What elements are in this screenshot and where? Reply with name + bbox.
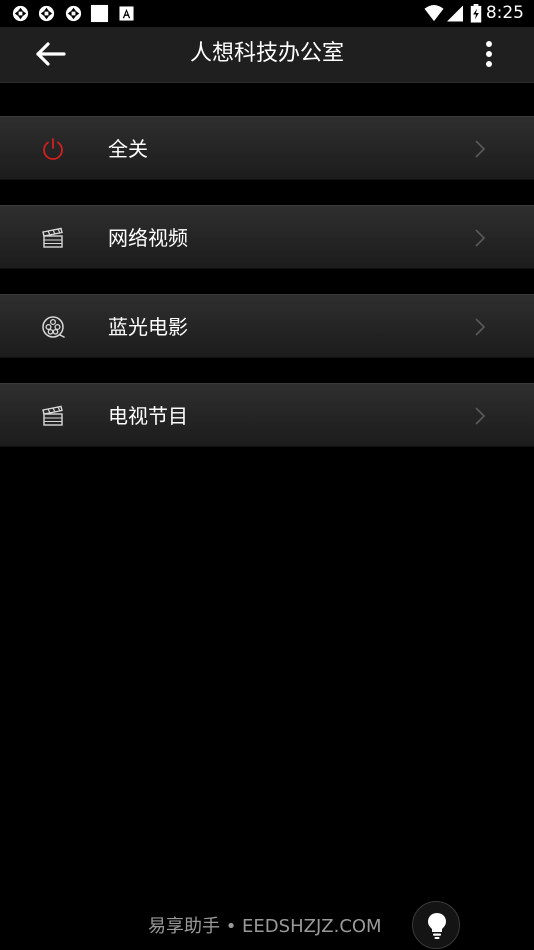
menu-item-label: 网络视频: [108, 226, 188, 250]
menu-item-all-off[interactable]: 全关: [0, 116, 534, 180]
menu-item-label: 全关: [108, 137, 148, 161]
lightbulb-button[interactable]: [412, 901, 460, 949]
menu-item-label: 电视节目: [108, 404, 188, 428]
chevron-right-icon: [475, 318, 486, 336]
menu-item-bluray-movie[interactable]: 蓝光电影: [0, 294, 534, 358]
clapperboard-icon: [42, 405, 63, 426]
chevron-right-icon: [475, 229, 486, 247]
status-bar: 8:25: [0, 0, 534, 27]
chevron-right-icon: [475, 407, 486, 425]
status-time: 8:25: [485, 3, 524, 23]
menu-item-online-video[interactable]: 网络视频: [0, 205, 534, 269]
sync-icon: [65, 5, 82, 22]
arrow-left-icon: [36, 42, 66, 66]
back-button[interactable]: [30, 39, 72, 69]
menu-item-label: 蓝光电影: [108, 315, 188, 339]
blank-square-icon: [90, 4, 109, 23]
wifi-icon: [424, 4, 444, 22]
battery-charging-icon: [470, 4, 482, 23]
watermark-text: 易享助手 • EEDSHZJZ.COM: [148, 916, 382, 937]
more-options-button[interactable]: [474, 39, 504, 71]
app-bar: 人想科技办公室: [0, 27, 534, 83]
lightbulb-icon: [428, 913, 446, 939]
page-title: 人想科技办公室: [189, 41, 344, 66]
menu-item-tv-shows[interactable]: 电视节目: [0, 383, 534, 447]
sync-icon: [12, 5, 29, 22]
sync-icon: [38, 5, 55, 22]
signal-icon: [447, 5, 463, 22]
film-reel-icon: [42, 316, 65, 338]
more-vert-icon: [486, 41, 492, 67]
font-a-icon: [119, 6, 134, 21]
power-icon: [43, 138, 63, 160]
chevron-right-icon: [475, 140, 486, 158]
clapperboard-icon: [42, 227, 63, 248]
